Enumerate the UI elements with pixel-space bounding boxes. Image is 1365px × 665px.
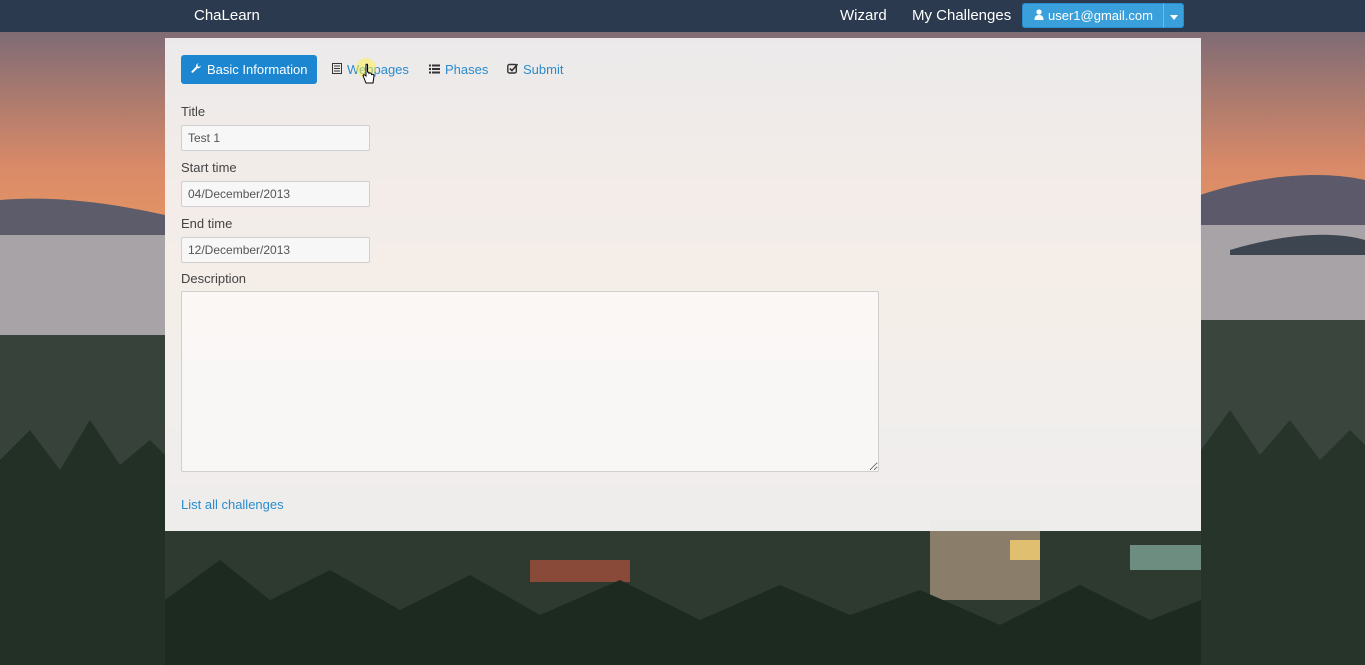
tab-label: Phases (445, 62, 489, 77)
tab-submit[interactable]: Submit (507, 55, 563, 84)
end-time-input[interactable] (181, 237, 370, 263)
list-icon (429, 55, 440, 84)
nav-link-wizard[interactable]: Wizard (840, 0, 887, 32)
tab-basic-information[interactable]: Basic Information (181, 55, 318, 84)
description-textarea[interactable] (181, 291, 879, 472)
brand-logo-link[interactable]: ChaLearn (194, 0, 260, 32)
tab-label: Submit (523, 62, 564, 77)
user-email: user1@gmail.com (1048, 8, 1153, 23)
title-input[interactable] (181, 125, 370, 151)
description-label: Description (181, 271, 247, 286)
nav-link-my-challenges[interactable]: My Challenges (912, 0, 1011, 32)
user-menu-button[interactable]: user1@gmail.com (1022, 3, 1163, 28)
title-label: Title (181, 104, 206, 119)
mouse-cursor (355, 57, 381, 98)
user-icon (1034, 8, 1044, 23)
start-time-label: Start time (181, 160, 237, 175)
wrench-icon (191, 55, 202, 84)
top-navbar: ChaLearn Wizard My Challenges user1@gmai… (0, 0, 1365, 32)
user-menu-dropdown-toggle[interactable] (1163, 3, 1184, 28)
start-time-input[interactable] (181, 181, 370, 207)
list-all-challenges-link[interactable]: List all challenges (181, 497, 284, 512)
tab-phases[interactable]: Phases (429, 55, 488, 84)
document-icon (332, 55, 342, 84)
check-square-icon (507, 55, 519, 84)
tab-label: Basic Information (207, 62, 308, 77)
caret-down-icon (1169, 7, 1178, 25)
end-time-label: End time (181, 216, 233, 231)
challenge-wizard-panel: Basic Information Webpages Phases Submit… (165, 38, 1201, 531)
